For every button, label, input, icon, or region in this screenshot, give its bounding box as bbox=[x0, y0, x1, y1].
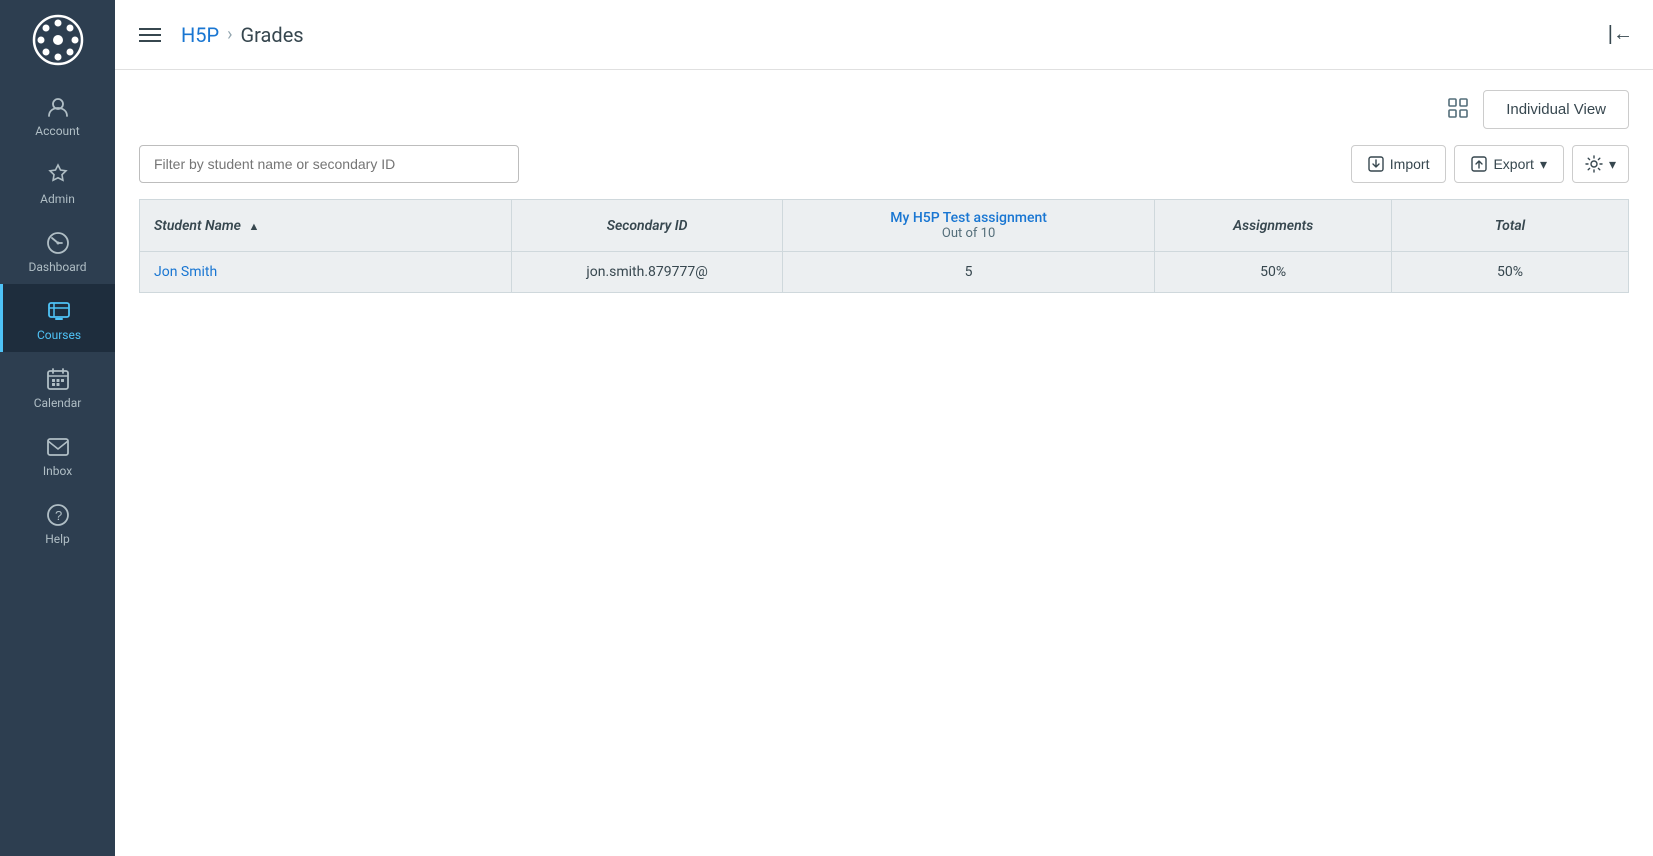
breadcrumb-separator: › bbox=[227, 24, 232, 45]
hamburger-button[interactable] bbox=[135, 24, 165, 46]
sidebar-item-account[interactable]: Account bbox=[0, 80, 115, 148]
content-area: Individual View Import Expo bbox=[115, 70, 1653, 856]
filter-action-row: Import Export ▾ ▾ bbox=[139, 145, 1629, 183]
sidebar-item-help[interactable]: ? Help bbox=[0, 488, 115, 556]
settings-dropdown-arrow: ▾ bbox=[1609, 156, 1616, 173]
action-buttons: Import Export ▾ ▾ bbox=[1351, 145, 1629, 183]
sidebar-item-courses[interactable]: Courses bbox=[0, 284, 115, 352]
assignments-cell: 50% bbox=[1155, 252, 1392, 293]
secondary-id-column-header[interactable]: Secondary ID bbox=[512, 200, 783, 252]
sidebar-item-inbox[interactable]: Inbox bbox=[0, 420, 115, 488]
page-header: H5P › Grades |← bbox=[115, 0, 1653, 70]
toolbar-row: Individual View bbox=[139, 90, 1629, 129]
student-name-column-header[interactable]: Student Name ▲ bbox=[140, 200, 512, 252]
sort-indicator: ▲ bbox=[248, 220, 259, 233]
collapse-sidebar-button[interactable]: |← bbox=[1608, 23, 1633, 46]
header-right: |← bbox=[1608, 23, 1633, 46]
breadcrumb: H5P › Grades bbox=[181, 23, 304, 47]
import-button[interactable]: Import bbox=[1351, 145, 1447, 183]
sidebar-item-dashboard[interactable]: Dashboard bbox=[0, 216, 115, 284]
secondary-id-cell: jon.smith.879777@ bbox=[512, 252, 783, 293]
individual-view-button[interactable]: Individual View bbox=[1483, 90, 1629, 129]
export-dropdown-arrow: ▾ bbox=[1540, 156, 1547, 173]
total-cell: 50% bbox=[1392, 252, 1629, 293]
sidebar: Account Admin Dashboard Courses bbox=[0, 0, 115, 856]
sidebar-logo bbox=[0, 0, 115, 80]
breadcrumb-current-page: Grades bbox=[241, 23, 304, 47]
student-name-cell[interactable]: Jon Smith bbox=[140, 252, 512, 293]
breadcrumb-link-h5p[interactable]: H5P bbox=[181, 23, 219, 47]
main-content: H5P › Grades |← Individual View bbox=[115, 0, 1653, 856]
total-column-header[interactable]: Total bbox=[1392, 200, 1629, 252]
assignment-score-cell: 5 bbox=[782, 252, 1154, 293]
settings-button[interactable]: ▾ bbox=[1572, 145, 1629, 183]
table-header-row: Student Name ▲ Secondary ID My H5P Test … bbox=[140, 200, 1629, 252]
export-button[interactable]: Export ▾ bbox=[1454, 145, 1564, 183]
svg-text:?: ? bbox=[55, 508, 62, 523]
sidebar-item-calendar[interactable]: Calendar bbox=[0, 352, 115, 420]
student-filter-input[interactable] bbox=[139, 145, 519, 183]
assignments-column-header[interactable]: Assignments bbox=[1155, 200, 1392, 252]
grades-table: Student Name ▲ Secondary ID My H5P Test … bbox=[139, 199, 1629, 293]
grid-view-icon-button[interactable] bbox=[1443, 93, 1473, 126]
assignment-column-header[interactable]: My H5P Test assignment Out of 10 bbox=[782, 200, 1154, 252]
table-row: Jon Smith jon.smith.879777@ 5 50% 50% bbox=[140, 252, 1629, 293]
sidebar-item-admin[interactable]: Admin bbox=[0, 148, 115, 216]
